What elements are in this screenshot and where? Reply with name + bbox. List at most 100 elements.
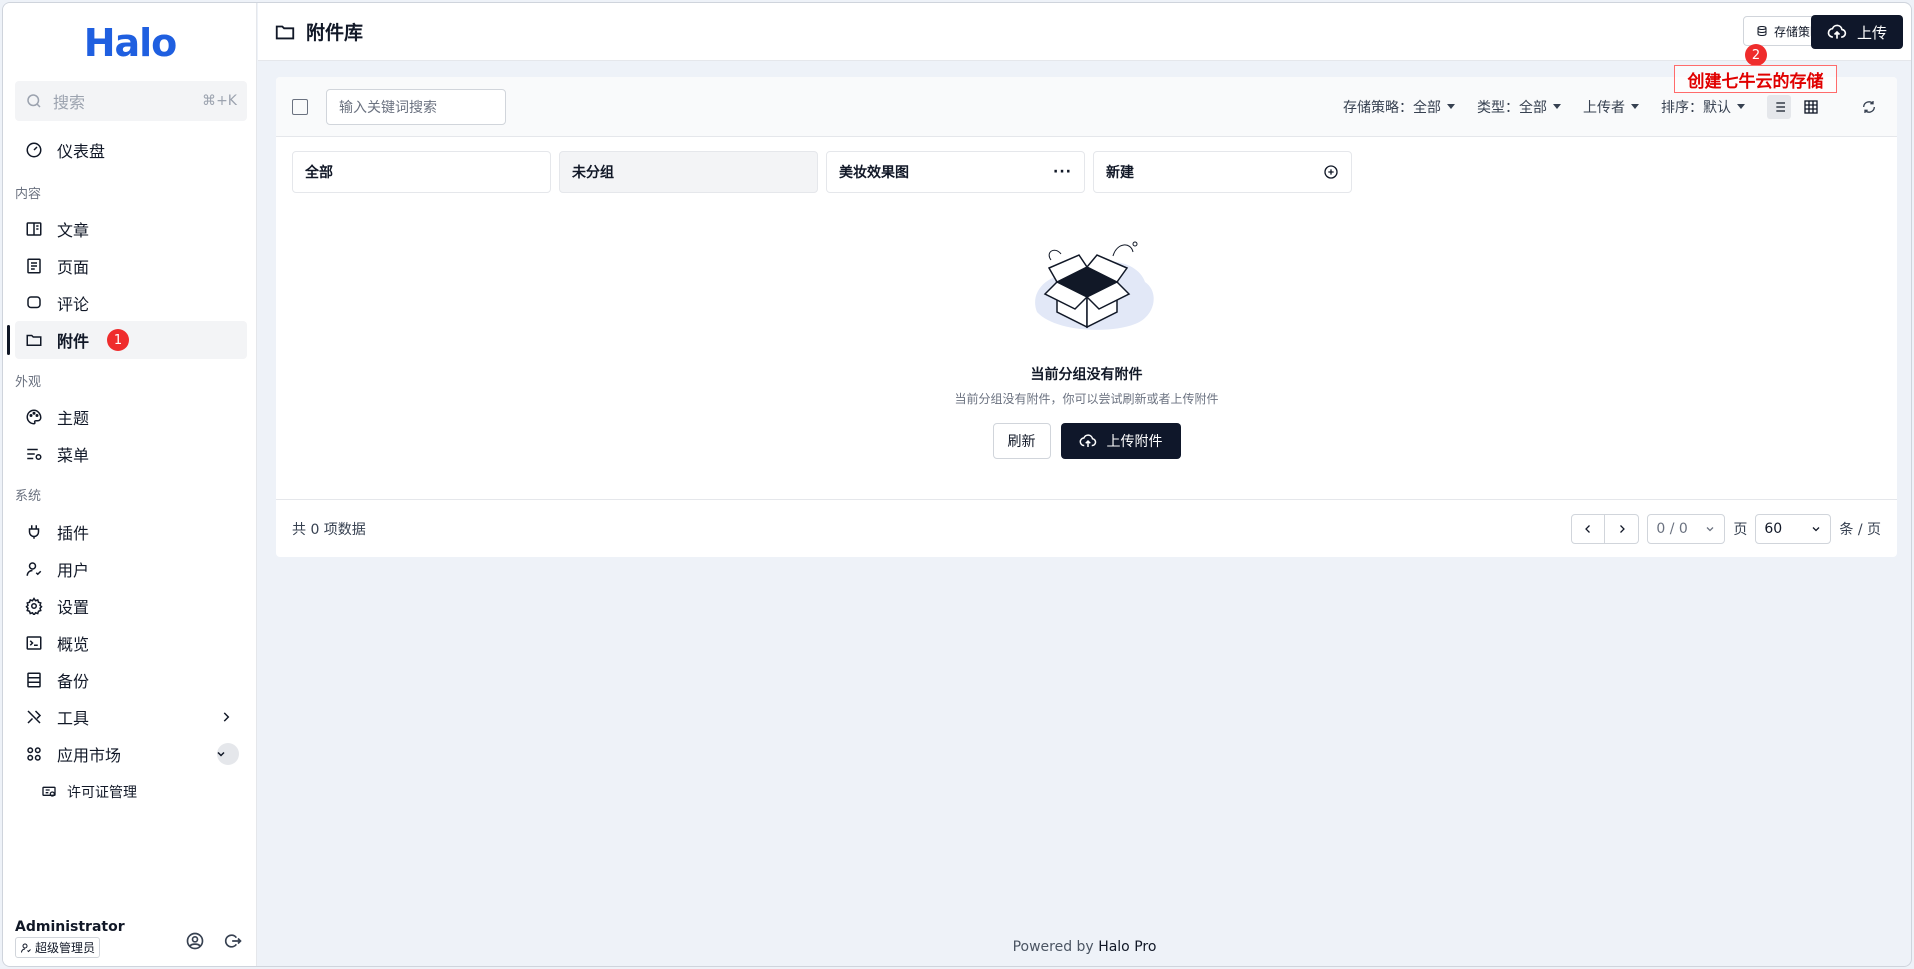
empty-title: 当前分组没有附件 <box>1030 367 1143 383</box>
toolbar: 输入关键词搜索 存储策略：全部 类型：全部 上传者 排序：默认 <box>276 77 1897 137</box>
gear-icon <box>25 597 43 615</box>
chevron-right-icon <box>223 712 230 722</box>
sidebar-item-plugins[interactable]: 插件 <box>15 513 247 551</box>
sidebar-item-tools[interactable]: 工具 <box>15 698 247 736</box>
sidebar-item-label: 页面 <box>57 258 90 277</box>
search-placeholder: 搜索 <box>53 93 86 112</box>
sidebar-item-label: 备份 <box>57 672 90 691</box>
sidebar-item-settings[interactable]: 设置 <box>15 587 247 625</box>
sidebar-item-label: 设置 <box>57 598 90 617</box>
total-count: 共 0 项数据 <box>292 521 366 538</box>
group-all[interactable]: 全部 <box>292 151 551 193</box>
chevron-left-icon <box>1585 524 1591 533</box>
folder-icon <box>26 334 42 346</box>
sidebar-item-backup[interactable]: 备份 <box>15 661 247 699</box>
sidebar-item-label: 仪表盘 <box>57 142 106 161</box>
sidebar-item-menus[interactable]: 菜单 <box>15 435 247 473</box>
sidebar-item-users[interactable]: 用户 <box>15 550 247 588</box>
filter-uploader[interactable]: 上传者 <box>1583 97 1639 117</box>
upload-attachment-button[interactable]: 上传附件 <box>1060 423 1181 459</box>
empty-state: 当前分组没有附件 当前分组没有附件，你可以尝试刷新或者上传附件 刷新 上传附件 <box>276 232 1897 459</box>
chevron-down-icon <box>1812 526 1820 531</box>
logout-icon[interactable] <box>223 931 243 951</box>
page-unit: 页 <box>1733 521 1748 538</box>
sidebar-item-license[interactable]: 许可证管理 <box>41 777 137 807</box>
refresh-button[interactable]: 刷新 <box>992 423 1051 459</box>
menu-settings-icon <box>27 448 42 460</box>
caret-down-icon <box>1553 104 1561 109</box>
palette-icon <box>26 409 42 425</box>
annotation-badge-1: 1 <box>107 329 130 351</box>
empty-box-illustration <box>1034 241 1154 330</box>
group-new[interactable]: 新建 <box>1093 151 1352 193</box>
profile-icon[interactable] <box>185 931 205 951</box>
sidebar-item-pages[interactable]: 页面 <box>15 247 247 285</box>
pagination-bar: 共 0 项数据 0 / 0 页 60 条 / 页 <box>276 499 1897 557</box>
app-window: Halo 搜索 ⌘+K 仪表盘 内容 文章 页面 评论 附件 1 外观 主题 菜… <box>2 2 1912 967</box>
empty-description: 当前分组没有附件，你可以尝试刷新或者上传附件 <box>954 392 1219 406</box>
sidebar-item-label: 附件 <box>57 332 90 351</box>
sidebar: Halo 搜索 ⌘+K 仪表盘 内容 文章 页面 评论 附件 1 外观 主题 菜… <box>3 3 257 966</box>
prev-page-button[interactable] <box>1571 513 1606 544</box>
halo-logo[interactable]: Halo <box>3 21 257 65</box>
sidebar-item-dashboard[interactable]: 仪表盘 <box>15 131 247 169</box>
next-page-button[interactable] <box>1605 513 1640 544</box>
filter-type[interactable]: 类型：全部 <box>1477 97 1561 117</box>
plus-circle-icon[interactable] <box>1323 164 1339 180</box>
sidebar-item-themes[interactable]: 主题 <box>15 398 247 436</box>
group-ungrouped[interactable]: 未分组 <box>559 151 818 193</box>
filters: 存储策略：全部 类型：全部 上传者 排序：默认 <box>1343 94 1881 119</box>
user-role-icon <box>21 943 31 953</box>
database-icon <box>27 672 41 688</box>
sidebar-item-label: 许可证管理 <box>67 785 137 801</box>
sidebar-item-comments[interactable]: 评论 <box>15 284 247 322</box>
powered-brand: Halo Pro <box>1098 939 1157 955</box>
user-role-badge: 超级管理员 <box>15 937 101 958</box>
caret-down-icon <box>1631 104 1639 109</box>
chevron-down-icon[interactable] <box>217 743 239 765</box>
search-shortcut: ⌘+K <box>202 93 237 109</box>
more-icon[interactable]: ··· <box>1053 164 1072 180</box>
sidebar-item-posts[interactable]: 文章 <box>15 210 247 248</box>
gauge-icon <box>26 142 42 158</box>
user-icon <box>26 562 42 576</box>
sidebar-item-attachments[interactable]: 附件 1 <box>7 321 247 359</box>
group-makeup[interactable]: 美妆效果图 ··· <box>826 151 1085 193</box>
page-select[interactable]: 0 / 0 <box>1647 513 1726 544</box>
sidebar-item-market[interactable]: 应用市场 <box>15 735 247 773</box>
sidebar-item-label: 主题 <box>57 409 90 428</box>
filter-sort[interactable]: 排序：默认 <box>1661 97 1745 117</box>
section-appearance: 外观 <box>15 375 42 390</box>
pager: 0 / 0 页 60 条 / 页 <box>1571 513 1881 544</box>
refresh-icon[interactable] <box>1857 95 1881 119</box>
search-box[interactable]: 搜索 ⌘+K <box>15 81 247 121</box>
active-indicator <box>7 325 10 355</box>
upload-button[interactable]: 上传 <box>1811 15 1903 49</box>
sidebar-item-label: 评论 <box>57 295 90 314</box>
user-name: Administrator <box>15 919 125 935</box>
empty-actions: 刷新 上传附件 <box>276 423 1897 459</box>
chevron-right-icon <box>1619 524 1625 533</box>
database-icon <box>1757 26 1767 37</box>
page-header: 附件库 存储策略 上传 <box>258 3 1911 61</box>
list-view-icon[interactable] <box>1767 94 1791 119</box>
folder-icon <box>275 25 295 39</box>
filter-policy[interactable]: 存储策略：全部 <box>1343 97 1455 117</box>
cloud-upload-icon <box>1079 434 1096 447</box>
sidebar-item-label: 文章 <box>57 221 90 240</box>
sidebar-item-overview[interactable]: 概览 <box>15 624 247 662</box>
page-size-select[interactable]: 60 <box>1755 513 1832 544</box>
sidebar-item-label: 工具 <box>57 709 90 728</box>
comment-icon <box>27 296 41 309</box>
attachments-card: 输入关键词搜索 存储策略：全部 类型：全部 上传者 排序：默认 全部 未分组 美… <box>276 77 1897 557</box>
select-all-checkbox[interactable] <box>292 98 308 115</box>
keyword-search-input[interactable]: 输入关键词搜索 <box>326 88 506 125</box>
grid-view-icon[interactable] <box>1799 95 1823 119</box>
book-open-icon <box>26 222 42 236</box>
powered-by: Powered by Halo Pro <box>1012 939 1157 955</box>
section-content: 内容 <box>15 187 42 202</box>
apps-icon <box>27 747 41 761</box>
sidebar-item-label: 概览 <box>57 635 90 654</box>
user-info: Administrator 超级管理员 <box>15 919 125 958</box>
page-icon <box>27 258 41 274</box>
